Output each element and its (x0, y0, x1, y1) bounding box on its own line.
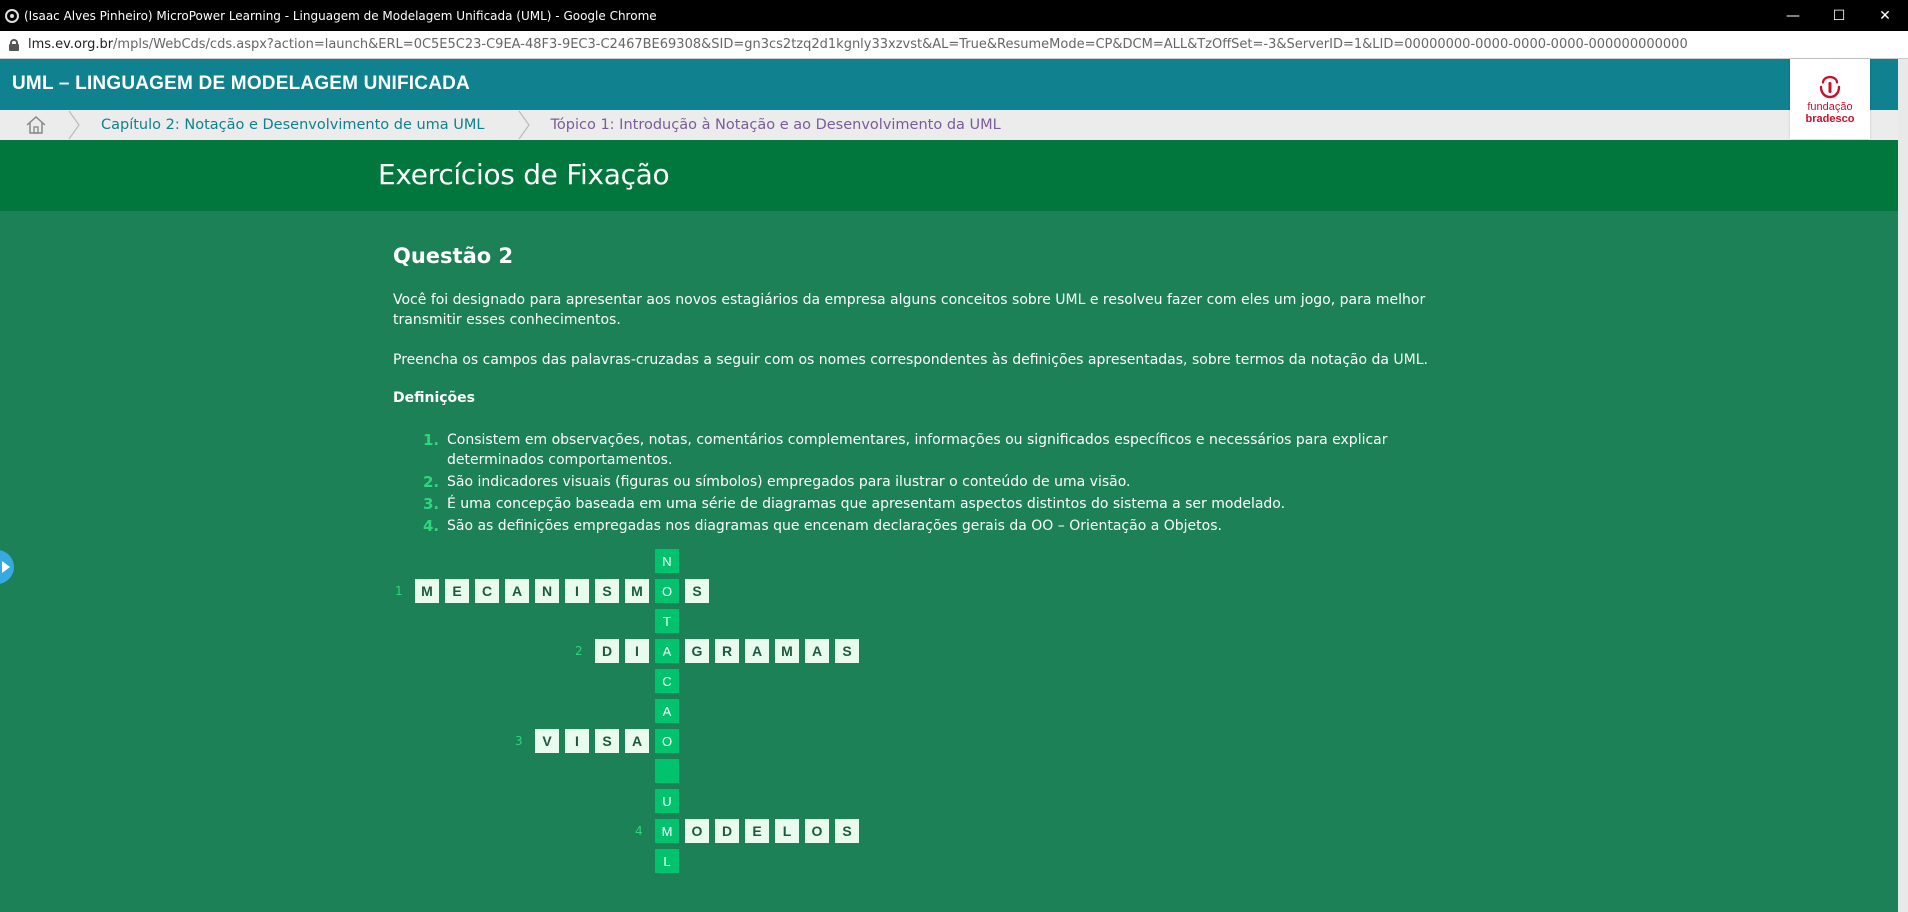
definition-item: 1. Consistem em observações, notas, comen… (423, 430, 1471, 470)
crossword-cell[interactable]: G (685, 639, 709, 663)
crossword-cell[interactable]: S (595, 729, 619, 753)
definition-number: 1. (423, 431, 440, 449)
definition-text: São indicadores visuais (figuras ou símb… (447, 474, 1131, 490)
crossword-cell[interactable]: I (625, 639, 649, 663)
crossword-cell-vertical[interactable]: U (655, 789, 679, 813)
definition-item: 2. São indicadores visuais (figuras ou sí… (423, 472, 1471, 492)
crossword-cell[interactable]: O (805, 819, 829, 843)
course-title: UML – LINGUAGEM DE MODELAGEM UNIFICADA (12, 73, 470, 94)
crossword-cell[interactable]: A (625, 729, 649, 753)
definition-number: 4. (423, 517, 440, 535)
crossword-cell[interactable]: S (595, 579, 619, 603)
crossword-cell-vertical[interactable]: C (655, 669, 679, 693)
definition-text: São as definições empregadas nos diagram… (447, 518, 1222, 534)
definition-number: 3. (423, 495, 440, 513)
app-header: UML – LINGUAGEM DE MODELAGEM UNIFICADA (0, 59, 1908, 110)
crossword-cell[interactable]: M (415, 579, 439, 603)
crossword-cell[interactable]: V (535, 729, 559, 753)
crossword-cell-vertical[interactable]: N (655, 549, 679, 573)
logo-text-line2: bradesco (1805, 112, 1855, 125)
chevron-right-icon (68, 110, 80, 140)
crossword-cell[interactable]: A (745, 639, 769, 663)
definition-item: 3. É uma concepção baseada em uma série d… (423, 494, 1471, 514)
minimize-button[interactable]: — (1770, 0, 1816, 31)
crossword-cell[interactable]: A (505, 579, 529, 603)
definition-text: É uma concepção baseada em uma série de … (447, 496, 1286, 512)
question-title: Questão 2 (393, 244, 514, 268)
fundacao-bradesco-logo[interactable]: fundação bradesco (1790, 59, 1870, 139)
crossword-cell[interactable]: A (805, 639, 829, 663)
url-domain: lms.ev.org.br (28, 37, 114, 52)
crossword-cell[interactable]: S (685, 579, 709, 603)
crossword-cell[interactable]: N (535, 579, 559, 603)
crossword-cell[interactable]: D (595, 639, 619, 663)
question-instructions: Preencha os campos das palavras-cruzadas… (393, 352, 1428, 368)
crossword-cell-vertical[interactable]: A (655, 639, 679, 663)
close-button[interactable]: ✕ (1862, 0, 1908, 31)
crossword-cell[interactable]: D (715, 819, 739, 843)
definition-text: Consistem em observações, notas, comentá… (447, 432, 1388, 468)
definition-item: 4. São as definições empregadas nos diagr… (423, 516, 1471, 536)
breadcrumb-chapter[interactable]: Capítulo 2: Notação e Desenvolvimento de… (101, 117, 485, 133)
page-title: Exercícios de Fixação (378, 158, 670, 191)
definitions-list: 1. Consistem em observações, notas, comen… (423, 430, 1471, 538)
definition-number: 2. (423, 473, 440, 491)
crossword-cell[interactable]: S (835, 639, 859, 663)
crossword-cell[interactable]: L (775, 819, 799, 843)
crossword-cell-vertical[interactable]: L (655, 849, 679, 873)
crossword-cell-vertical[interactable]: O (655, 729, 679, 753)
crossword-cell[interactable]: M (775, 639, 799, 663)
crossword-cell[interactable]: O (685, 819, 709, 843)
clue-number: 2 (575, 644, 583, 658)
crossword-cell[interactable]: E (745, 819, 769, 843)
crossword-cell-vertical[interactable] (655, 759, 679, 783)
side-panel-toggle[interactable] (0, 550, 14, 584)
clue-number: 1 (395, 584, 403, 598)
bradesco-symbol-icon (1819, 75, 1841, 98)
window-title: (Isaac Alves Pinheiro) MicroPower Learni… (24, 8, 657, 23)
window-controls: — ☐ ✕ (1770, 0, 1908, 31)
crossword-cell[interactable]: R (715, 639, 739, 663)
breadcrumb: Capítulo 2: Notação e Desenvolvimento de… (0, 110, 1898, 140)
browser-title-bar: (Isaac Alves Pinheiro) MicroPower Learni… (0, 0, 1908, 31)
crossword-cell[interactable]: M (625, 579, 649, 603)
crossword-cell[interactable]: S (835, 819, 859, 843)
crossword-cell[interactable]: I (565, 579, 589, 603)
chrome-icon (5, 8, 19, 23)
crossword-cell[interactable]: C (475, 579, 499, 603)
home-icon[interactable] (25, 115, 47, 135)
url-path: /mpls/WebCds/cds.aspx?action=launch&ERL=… (113, 37, 1688, 52)
address-bar[interactable]: lms.ev.org.br/mpls/WebCds/cds.aspx?actio… (0, 31, 1908, 59)
breadcrumb-topic[interactable]: Tópico 1: Introdução à Notação e ao Dese… (551, 117, 1001, 133)
crossword-cell-vertical[interactable]: A (655, 699, 679, 723)
crossword-cell-vertical[interactable]: M (655, 819, 679, 843)
chevron-right-icon (518, 110, 530, 140)
clue-number: 4 (635, 824, 643, 838)
scrollbar[interactable] (1898, 59, 1908, 912)
question-intro: Você foi designado para apresentar aos n… (393, 292, 1426, 328)
crossword-cell-vertical[interactable]: T (655, 609, 679, 633)
crossword-cell[interactable]: E (445, 579, 469, 603)
page-header: Exercícios de Fixação (0, 140, 1898, 211)
crossword-cell[interactable]: I (565, 729, 589, 753)
logo-text-line1: fundação (1807, 100, 1853, 113)
arrow-right-icon (2, 561, 10, 573)
crossword-cell-vertical[interactable]: O (655, 579, 679, 603)
url-text[interactable]: lms.ev.org.br/mpls/WebCds/cds.aspx?actio… (28, 37, 1688, 52)
clue-number: 3 (515, 734, 523, 748)
maximize-button[interactable]: ☐ (1816, 0, 1862, 31)
definitions-title: Definições (393, 390, 476, 406)
lock-icon[interactable] (9, 38, 19, 51)
